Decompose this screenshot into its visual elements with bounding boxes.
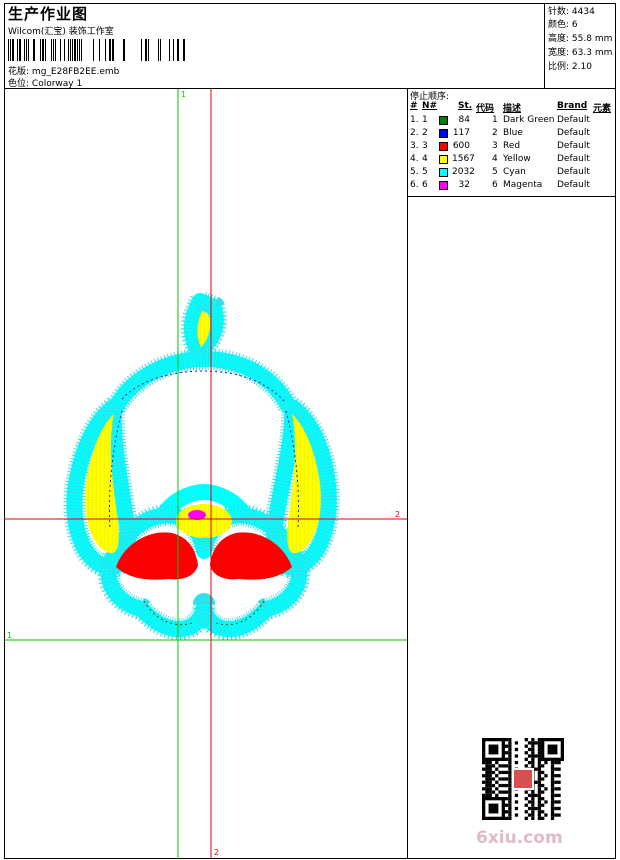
row-num: 4. [410, 154, 419, 164]
row-desc: Red [503, 141, 521, 151]
stat-label: 高度: [548, 34, 570, 44]
col-header-desc: 描述 [503, 104, 522, 114]
row-code: 2 [492, 128, 498, 138]
red-guide-label-right: 2 [395, 510, 400, 519]
col-header-needle: N# [422, 101, 438, 111]
row-brand: Default [557, 154, 590, 164]
row-brand: Default [557, 141, 590, 151]
row-num: 2. [410, 128, 419, 138]
color-swatch [439, 168, 448, 177]
colorway-label: 色位: [8, 79, 30, 89]
design-canvas: 1 1 2 2 [4, 89, 407, 859]
qr-code [482, 738, 564, 820]
row-desc: Yellow [503, 154, 531, 164]
stat-width: 宽度: 63.3 mm [548, 45, 612, 58]
row-stitches: 84 [458, 115, 470, 125]
col-header-brand: Brand [557, 101, 588, 111]
row-desc: Cyan [503, 167, 526, 177]
row-brand: Default [557, 180, 590, 190]
green-guide-label-left: 1 [7, 631, 12, 640]
row-needle: 2 [422, 128, 428, 138]
row-code: 5 [492, 167, 498, 177]
table-row: 5. 5 2032 5 Cyan Default [408, 167, 616, 180]
colorway-line: 色位: Colorway 1 [8, 76, 82, 89]
row-needle: 5 [422, 167, 428, 177]
color-swatch [439, 116, 448, 125]
row-desc: Dark Green [503, 115, 555, 125]
row-brand: Default [557, 115, 590, 125]
company-name: Wilcom(汇宝) 装饰工作室 [8, 27, 114, 37]
row-stitches: 117 [452, 128, 470, 138]
stat-label: 颜色: [548, 20, 570, 30]
row-needle: 6 [422, 180, 428, 190]
color-swatch [439, 155, 448, 164]
barcode [8, 39, 185, 61]
row-stitches: 32 [458, 180, 470, 190]
stat-value: 63.3 mm [571, 48, 613, 58]
col-header-element: 元素 [593, 104, 612, 114]
colorway-name: Colorway 1 [31, 79, 83, 89]
row-code: 1 [492, 115, 498, 125]
row-brand: Default [557, 167, 590, 177]
row-code: 3 [492, 141, 498, 151]
stat-label: 宽度: [548, 48, 570, 58]
stat-label: 针数: [548, 7, 570, 17]
stat-label: 比例: [548, 62, 570, 72]
stat-stitches: 针数: 4434 [548, 4, 595, 17]
row-stitches: 1567 [452, 154, 475, 164]
row-num: 3. [410, 141, 419, 151]
table-row: 4. 4 1567 4 Yellow Default [408, 154, 616, 167]
color-swatch [439, 129, 448, 138]
red-guide-label-bottom: 2 [214, 848, 219, 857]
table-row: 1. 1 84 1 Dark Green Default [408, 115, 616, 128]
row-num: 5. [410, 167, 419, 177]
row-code: 4 [492, 154, 498, 164]
stat-value: 2.10 [571, 62, 592, 72]
col-header-code: 代码 [476, 104, 495, 114]
stat-colors: 颜色: 6 [548, 17, 578, 30]
stat-scale: 比例: 2.10 [548, 59, 592, 72]
guide-lines: 1 1 2 2 [4, 89, 407, 859]
stat-value: 4434 [571, 7, 595, 17]
row-desc: Magenta [503, 180, 543, 190]
col-header-stitches: St. [458, 101, 473, 111]
embroidery-design [63, 290, 340, 641]
stat-value: 6 [571, 20, 578, 30]
color-swatch [439, 181, 448, 190]
row-num: 6. [410, 180, 419, 190]
green-guide-label-top: 1 [181, 90, 186, 99]
row-stitches: 600 [452, 141, 470, 151]
stat-value: 55.8 mm [571, 34, 613, 44]
row-code: 6 [492, 180, 498, 190]
table-row: 2. 2 117 2 Blue Default [408, 128, 616, 141]
header: 生产作业图 Wilcom(汇宝) 装饰工作室 花版: mg_E28FB2EE.e… [4, 3, 616, 89]
page-title: 生产作业图 [8, 5, 89, 23]
row-num: 1. [410, 115, 419, 125]
row-brand: Default [557, 128, 590, 138]
row-stitches: 2032 [452, 167, 475, 177]
watermark-logo: 6xiu.com [476, 828, 563, 848]
table-row: 3. 3 600 3 Red Default [408, 141, 616, 154]
row-needle: 1 [422, 115, 428, 125]
row-needle: 3 [422, 141, 428, 151]
col-header-num: # [410, 101, 418, 111]
color-sequence-table: 停止顺序: # N# St. 代码 描述 Brand 元素 1. 1 84 1 Dark… [408, 89, 616, 197]
row-needle: 4 [422, 154, 428, 164]
nose [176, 504, 232, 538]
stat-height: 高度: 55.8 mm [548, 31, 612, 44]
stats-panel: 针数: 4434 颜色: 6 高度: 55.8 mm 宽度: 63.3 mm 比… [544, 3, 616, 89]
row-desc: Blue [503, 128, 523, 138]
header-left: 生产作业图 Wilcom(汇宝) 装饰工作室 花版: mg_E28FB2EE.e… [4, 3, 544, 89]
color-swatch [439, 142, 448, 151]
table-row: 6. 6 32 6 Magenta Default [408, 180, 616, 193]
panel-divider [407, 89, 408, 859]
